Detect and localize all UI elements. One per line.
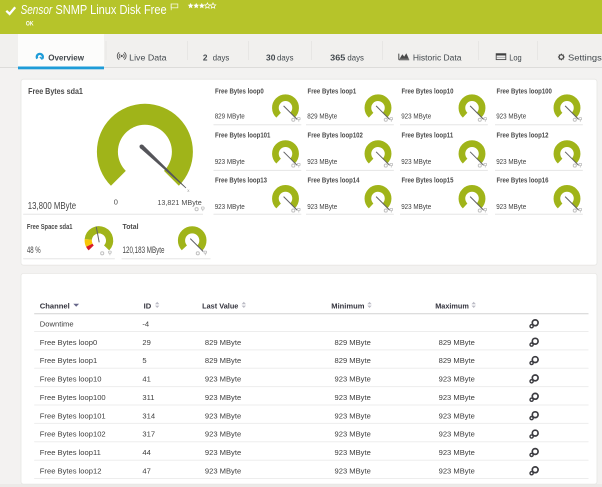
svg-text:5: 5	[142, 356, 146, 365]
svg-text:923 MByte: 923 MByte	[205, 393, 241, 402]
svg-text:923 MByte: 923 MByte	[335, 393, 371, 402]
svg-text:923 MByte: 923 MByte	[401, 202, 431, 211]
svg-text:Free Bytes loop14: Free Bytes loop14	[308, 176, 361, 185]
svg-text:314: 314	[142, 411, 155, 420]
svg-text:829 MByte: 829 MByte	[205, 356, 241, 365]
svg-text:44: 44	[142, 448, 150, 457]
svg-text:Settings: Settings	[568, 52, 602, 62]
svg-text:Free Bytes loop10: Free Bytes loop10	[40, 375, 102, 384]
svg-text:Free Bytes loop101: Free Bytes loop101	[215, 131, 270, 140]
svg-text:0: 0	[114, 198, 118, 207]
svg-text:923 MByte: 923 MByte	[439, 375, 475, 384]
svg-text:Free Bytes loop0: Free Bytes loop0	[40, 338, 97, 347]
svg-text:41: 41	[142, 375, 150, 384]
svg-text:923 MByte: 923 MByte	[335, 448, 371, 457]
svg-text:923 MByte: 923 MByte	[439, 466, 475, 475]
svg-text:Historic Data: Historic Data	[413, 52, 462, 62]
svg-text:13,821 MByte: 13,821 MByte	[157, 198, 201, 207]
svg-text:30: 30	[266, 52, 276, 62]
svg-text:923 MByte: 923 MByte	[439, 430, 475, 439]
svg-text:Maximum: Maximum	[435, 302, 469, 311]
svg-text:Free Bytes loop11: Free Bytes loop11	[402, 131, 454, 140]
svg-text:829 MByte: 829 MByte	[215, 111, 245, 120]
svg-text:120,183 MByte: 120,183 MByte	[123, 245, 165, 256]
svg-text:923 MByte: 923 MByte	[335, 411, 371, 420]
svg-text:13,800 MByte: 13,800 MByte	[28, 200, 76, 212]
svg-text:47: 47	[142, 466, 150, 475]
svg-text:829 MByte: 829 MByte	[335, 356, 371, 365]
svg-text:Free Bytes loop100: Free Bytes loop100	[497, 87, 552, 96]
svg-text:Free Bytes loop10: Free Bytes loop10	[402, 87, 454, 96]
svg-text:829 MByte: 829 MByte	[205, 338, 241, 347]
svg-text:923 MByte: 923 MByte	[439, 411, 475, 420]
svg-text:Free Bytes loop11: Free Bytes loop11	[40, 448, 101, 457]
svg-text:365: 365	[330, 52, 345, 62]
svg-text:Free Bytes loop102: Free Bytes loop102	[308, 131, 363, 140]
svg-text:923 MByte: 923 MByte	[205, 466, 241, 475]
svg-text:Downtime: Downtime	[40, 319, 74, 328]
svg-text:Free Bytes loop102: Free Bytes loop102	[40, 430, 106, 439]
svg-text:923 MByte: 923 MByte	[205, 411, 241, 420]
svg-text:829 MByte: 829 MByte	[439, 338, 475, 347]
svg-text:Free Bytes sda1: Free Bytes sda1	[28, 86, 83, 96]
svg-text:923 MByte: 923 MByte	[215, 157, 245, 166]
svg-text:48 %: 48 %	[27, 245, 41, 256]
svg-text:Free Bytes loop1: Free Bytes loop1	[40, 356, 97, 365]
svg-text:Last Value: Last Value	[202, 302, 238, 311]
svg-text:923 MByte: 923 MByte	[205, 448, 241, 457]
svg-text:Free Bytes loop0: Free Bytes loop0	[215, 87, 264, 96]
svg-text:Channel: Channel	[40, 302, 70, 311]
svg-text:923 MByte: 923 MByte	[215, 202, 245, 211]
svg-text:Sensor: Sensor	[21, 3, 53, 17]
svg-text:923 MByte: 923 MByte	[335, 466, 371, 475]
svg-text:923 MByte: 923 MByte	[335, 430, 371, 439]
svg-text:923 MByte: 923 MByte	[496, 111, 526, 120]
svg-text:923 MByte: 923 MByte	[401, 157, 431, 166]
svg-text:923 MByte: 923 MByte	[307, 157, 337, 166]
svg-text:Free Bytes loop12: Free Bytes loop12	[497, 131, 549, 140]
svg-text:829 MByte: 829 MByte	[439, 356, 475, 365]
svg-text:Free Bytes loop101: Free Bytes loop101	[40, 411, 106, 420]
svg-text:923 MByte: 923 MByte	[496, 202, 526, 211]
svg-text:Log: Log	[509, 52, 522, 62]
svg-text:Free Bytes loop12: Free Bytes loop12	[40, 466, 102, 475]
svg-text:829 MByte: 829 MByte	[335, 338, 371, 347]
svg-text:Total: Total	[123, 222, 139, 231]
svg-text:29: 29	[142, 338, 150, 347]
svg-text:Live Data: Live Data	[129, 52, 167, 62]
svg-text:923 MByte: 923 MByte	[335, 375, 371, 384]
svg-text:Free Space sda1: Free Space sda1	[27, 222, 73, 231]
svg-text:Free Bytes loop100: Free Bytes loop100	[40, 393, 106, 402]
svg-text:SNMP Linux Disk Free: SNMP Linux Disk Free	[55, 3, 166, 17]
svg-text:923 MByte: 923 MByte	[439, 393, 475, 402]
svg-text:2: 2	[203, 52, 208, 62]
svg-text:829 MByte: 829 MByte	[307, 111, 337, 120]
svg-text:days: days	[213, 52, 230, 62]
svg-text:311: 311	[142, 393, 154, 402]
svg-text:days: days	[347, 52, 364, 62]
svg-text:923 MByte: 923 MByte	[205, 430, 241, 439]
svg-text:317: 317	[142, 430, 155, 439]
svg-text:923 MByte: 923 MByte	[205, 375, 241, 384]
svg-text:923 MByte: 923 MByte	[496, 157, 526, 166]
svg-text:OK: OK	[26, 21, 34, 28]
svg-text:Free Bytes loop16: Free Bytes loop16	[497, 176, 549, 185]
svg-text:923 MByte: 923 MByte	[401, 111, 431, 120]
svg-text:Free Bytes loop1: Free Bytes loop1	[308, 87, 357, 96]
svg-text:ID: ID	[144, 302, 152, 311]
svg-text:Overview: Overview	[48, 52, 84, 62]
svg-text:Minimum: Minimum	[331, 302, 364, 311]
svg-text:-4: -4	[142, 319, 149, 328]
svg-text:days: days	[277, 52, 294, 62]
svg-text:923 MByte: 923 MByte	[307, 202, 337, 211]
svg-text:Free Bytes loop15: Free Bytes loop15	[402, 176, 454, 185]
svg-text:Free Bytes loop13: Free Bytes loop13	[215, 176, 267, 185]
svg-text:923 MByte: 923 MByte	[439, 448, 475, 457]
